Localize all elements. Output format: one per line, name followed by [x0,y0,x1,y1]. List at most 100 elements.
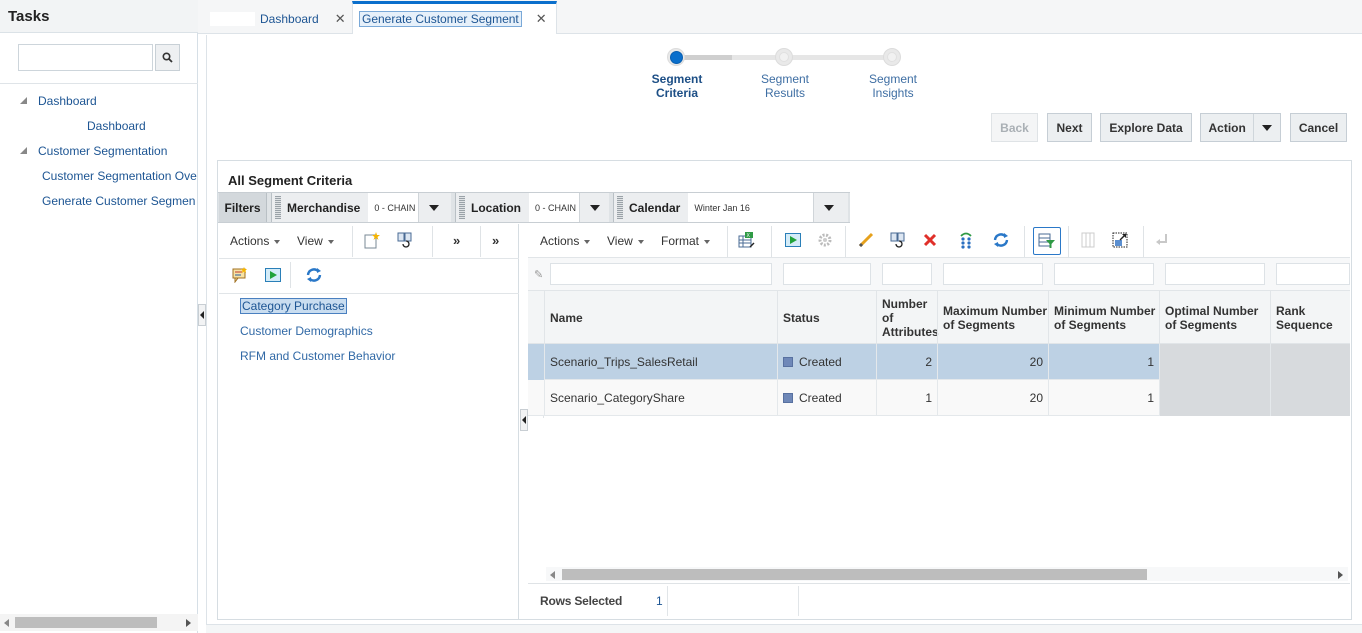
back-button[interactable]: Back [991,113,1038,142]
divider [667,586,668,616]
export-excel-icon[interactable]: X [738,231,756,249]
duplicate-icon[interactable] [889,231,907,249]
delete-icon[interactable] [921,231,939,249]
clear-filter-icon[interactable]: ✎ [534,268,543,281]
detach-table-icon[interactable] [1111,231,1129,249]
close-icon[interactable]: ✕ [335,11,346,27]
edit-pencil-icon[interactable] [857,231,875,249]
scroll-right-icon[interactable] [1338,571,1343,579]
filter-name-input[interactable] [550,263,772,285]
add-comment-icon[interactable] [231,266,249,284]
table-actions-menu[interactable]: Actions [540,234,591,248]
dropdown-arrow-icon[interactable] [1254,114,1280,141]
table-format-menu[interactable]: Format [661,234,711,248]
run-icon[interactable] [784,231,802,249]
drag-handle-icon[interactable] [459,196,465,219]
criteria-item-category-purchase[interactable]: Category Purchase [240,298,347,314]
filter-value[interactable]: 0 - CHAIN [529,193,579,222]
action-menu-button[interactable]: Action [1200,113,1281,142]
scroll-left-icon[interactable] [550,571,555,579]
column-header-rank-sequence[interactable]: Rank Sequence [1270,291,1350,344]
train-label-segment-insights[interactable]: Segment Insights [853,72,933,100]
run-icon[interactable] [264,266,282,284]
tree-item-blank [38,119,83,133]
column-header-minimum-segments[interactable]: Minimum Number of Segments [1048,291,1159,344]
next-button[interactable]: Next [1047,113,1092,142]
toolbar-separator [432,226,433,257]
column-header-optimal-segments[interactable]: Optimal Number of Segments [1159,291,1270,344]
train-stop-segment-insights[interactable] [883,48,901,66]
collapse-left-icon [200,311,204,319]
collapse-tasks-splitter[interactable] [198,304,206,326]
more-overflow-button[interactable]: » [492,233,499,248]
settings-disabled-icon[interactable] [816,231,834,249]
cancel-button[interactable]: Cancel [1290,113,1347,142]
tree-collapse-icon[interactable] [20,97,27,104]
actions-menu[interactable]: Actions [230,234,281,248]
table-row[interactable]: Scenario_Trips_SalesRetail Created 2 20 … [528,344,1350,380]
wrap-disabled-icon[interactable] [1153,231,1171,249]
filter-max-segments-input[interactable] [943,263,1043,285]
more-overflow-button[interactable]: » [453,233,460,248]
column-header-status[interactable]: Status [777,291,876,344]
reorder-icon[interactable] [957,231,975,249]
query-by-example-toggle[interactable] [1033,227,1061,255]
tree-collapse-icon[interactable] [20,147,27,154]
train-label-segment-results[interactable]: Segment Results [745,72,825,100]
train-stop-segment-results[interactable] [775,48,793,66]
train-label-segment-criteria[interactable]: Segment Criteria [637,72,717,100]
refresh-icon[interactable] [305,266,323,284]
train-stop-segment-criteria[interactable] [667,48,685,66]
cell-max-segments: 20 [937,344,1048,380]
view-menu[interactable]: View [297,234,334,248]
cell-min-segments: 1 [1048,344,1159,380]
drag-handle-icon[interactable] [275,196,281,219]
tasks-horizontal-scrollbar[interactable] [0,614,198,631]
filter-rank-sequence-input[interactable] [1276,263,1350,285]
new-criteria-icon[interactable] [363,231,381,249]
duplicate-icon[interactable] [396,231,414,249]
tree-item-generate-customer-segment[interactable]: Generate Customer Segmen [42,194,195,208]
tasks-search-button[interactable] [155,44,180,71]
scrollbar-thumb[interactable] [562,569,1147,580]
scrollbar-thumb[interactable] [15,617,157,628]
column-header-number-of-attributes[interactable]: Number of Attributes [876,291,939,344]
filter-value[interactable]: 0 - CHAIN [368,193,419,222]
table-row[interactable]: Scenario_CategoryShare Created 1 20 1 [528,380,1350,416]
train-connector-progress [684,55,732,60]
drag-handle-icon[interactable] [617,196,623,219]
filter-status-input[interactable] [783,263,871,285]
row-selector[interactable] [528,344,544,380]
tab-label[interactable]: Generate Customer Segment [359,11,522,27]
filter-value[interactable]: Winter Jan 16 [688,193,814,222]
collapse-left-pane-splitter[interactable] [520,409,528,431]
toolbar-separator [727,226,728,257]
criteria-item-customer-demographics[interactable]: Customer Demographics [240,324,373,338]
filter-attributes-input[interactable] [882,263,932,285]
column-header-maximum-segments[interactable]: Maximum Number of Segments [937,291,1048,344]
filter-min-segments-input[interactable] [1054,263,1154,285]
refresh-icon[interactable] [992,231,1010,249]
close-icon[interactable]: ✕ [536,11,547,27]
filter-optimal-segments-input[interactable] [1165,263,1265,285]
tasks-search-input[interactable] [18,44,153,71]
tree-item-customer-segmentation[interactable]: Customer Segmentation [38,144,167,158]
dropdown-arrow-icon[interactable] [813,193,843,222]
dropdown-arrow-icon[interactable] [579,193,609,222]
tab-label[interactable]: Dashboard [260,12,319,26]
table-view-menu[interactable]: View [607,234,644,248]
dropdown-arrow-icon[interactable] [418,193,448,222]
tree-item-dashboard[interactable]: Dashboard [38,94,97,108]
column-header-name[interactable]: Name [544,291,777,344]
filters-button[interactable]: Filters [219,193,267,222]
tree-item-dashboard-child[interactable]: Dashboard [87,119,146,133]
explore-data-button[interactable]: Explore Data [1100,113,1192,142]
action-button-label[interactable]: Action [1201,114,1255,141]
scroll-left-icon[interactable] [4,619,9,627]
tab-generate-customer-segment[interactable]: Generate Customer Segment ✕ [352,1,557,34]
tree-item-customer-segmentation-overview[interactable]: Customer Segmentation Ove [42,169,197,183]
freeze-column-icon[interactable] [1079,231,1097,249]
scroll-right-icon[interactable] [186,619,191,627]
criteria-item-rfm-customer-behavior[interactable]: RFM and Customer Behavior [240,349,395,363]
tab-dashboard[interactable]: Dashboard ✕ [210,4,352,34]
